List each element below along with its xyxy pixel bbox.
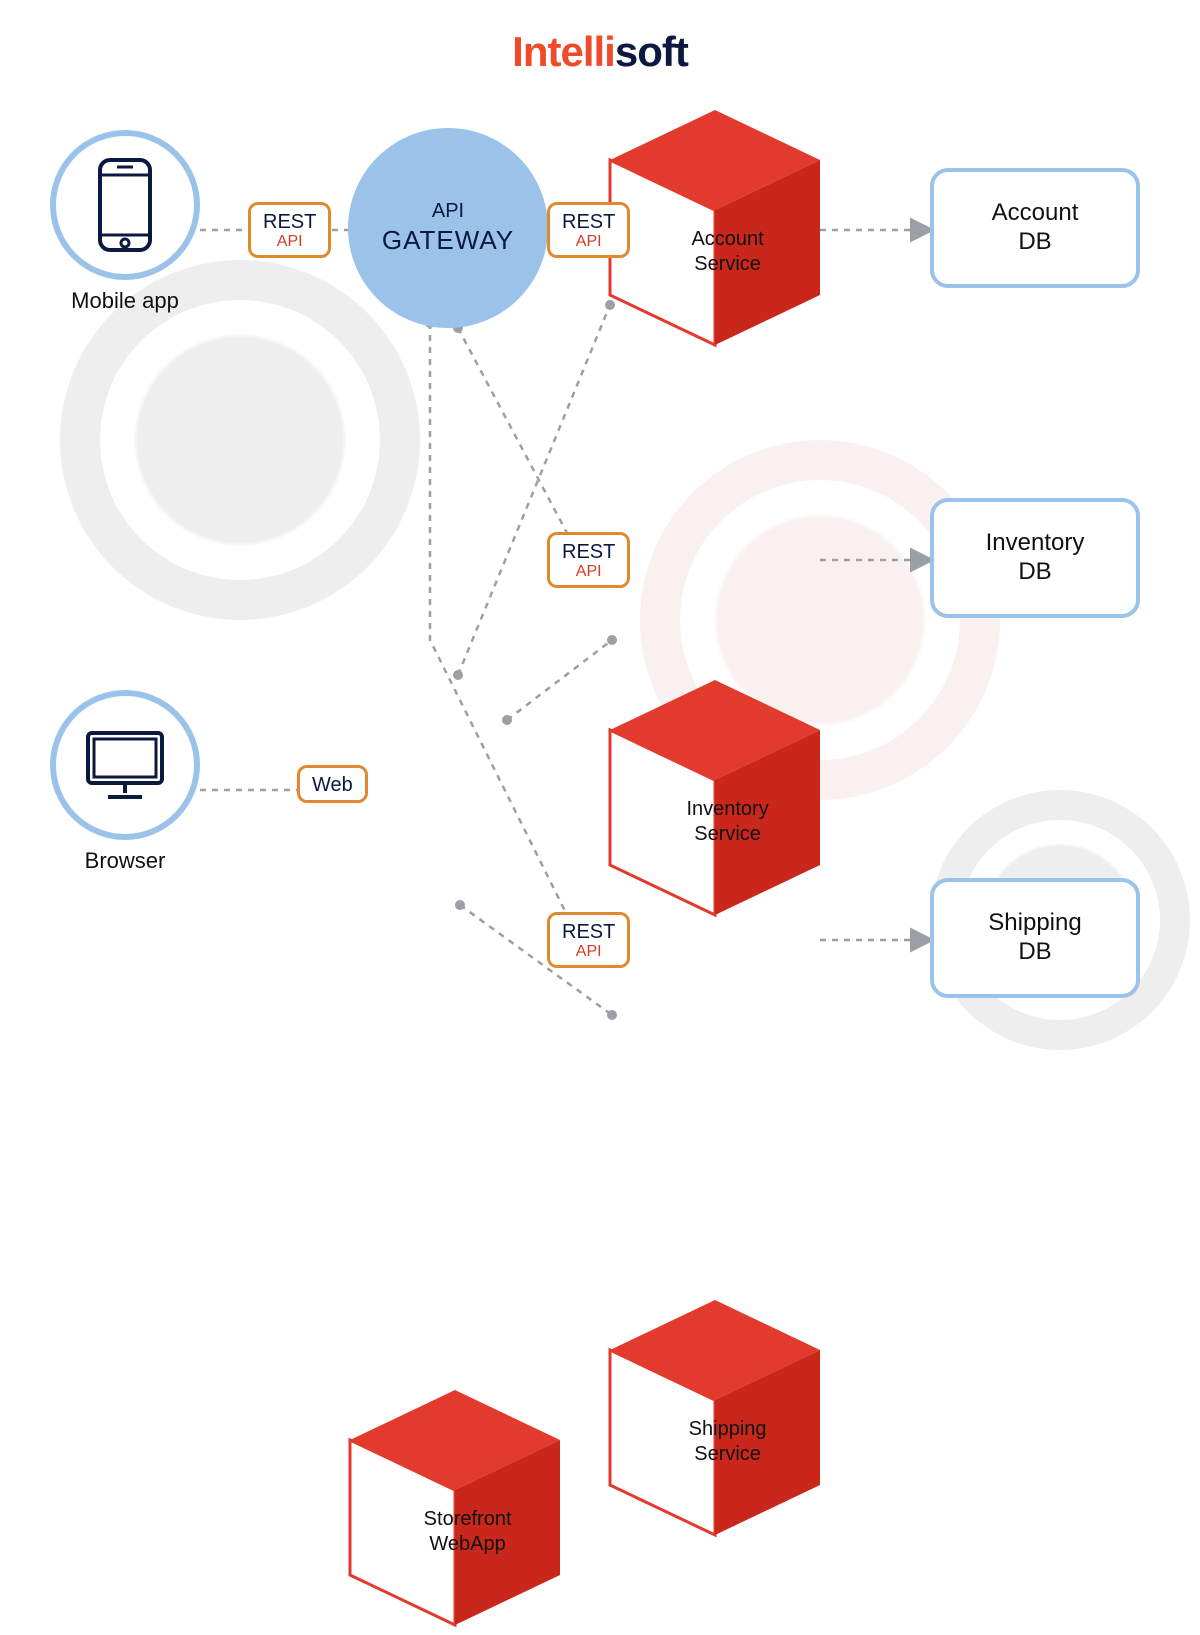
db-account: Account DB <box>930 168 1140 288</box>
db-inventory: Inventory DB <box>930 498 1140 618</box>
service-shipping: Shipping Service <box>610 1300 820 1540</box>
service-inventory: Inventory Service <box>610 680 820 920</box>
client-mobile: Mobile app <box>40 130 210 314</box>
badge-line1: REST <box>562 211 615 233</box>
bg-gear-icon <box>60 260 420 620</box>
service-account: Account Service <box>610 110 820 350</box>
client-mobile-label: Mobile app <box>40 288 210 314</box>
logo-part1: Intelli <box>512 28 615 75</box>
badge-rest-mobile: REST API <box>248 202 331 258</box>
badge-line2: API <box>562 233 615 251</box>
badge-line2: API <box>562 563 615 581</box>
mobile-icon-ring <box>50 130 200 280</box>
client-browser-label: Browser <box>40 848 210 874</box>
badge-line2: API <box>562 943 615 961</box>
service-shipping-label: Shipping Service <box>658 1417 798 1467</box>
brand-logo: Intellisoft <box>0 28 1200 76</box>
badge-rest-shipping: REST API <box>547 912 630 968</box>
badge-line1: REST <box>562 541 615 563</box>
db-shipping: Shipping DB <box>930 878 1140 998</box>
service-storefront-label: Storefront WebApp <box>398 1507 538 1557</box>
gateway-line2: GATEWAY <box>382 225 514 256</box>
browser-icon-ring <box>50 690 200 840</box>
badge-line1: REST <box>562 921 615 943</box>
badge-rest-gateway: REST API <box>547 202 630 258</box>
client-browser: Browser <box>40 690 210 874</box>
mobile-icon <box>95 155 155 255</box>
service-inventory-label: Inventory Service <box>658 797 798 847</box>
monitor-icon <box>80 725 170 805</box>
logo-part2: soft <box>615 28 688 75</box>
badge-line1: REST <box>263 211 316 233</box>
badge-web: Web <box>297 765 368 803</box>
gateway-line1: API <box>432 200 464 223</box>
service-storefront: Storefront WebApp <box>350 1390 560 1630</box>
badge-line2: API <box>263 233 316 251</box>
badge-line1: Web <box>312 774 353 796</box>
badge-rest-inventory: REST API <box>547 532 630 588</box>
api-gateway: API GATEWAY <box>348 128 548 328</box>
service-account-label: Account Service <box>658 227 798 277</box>
